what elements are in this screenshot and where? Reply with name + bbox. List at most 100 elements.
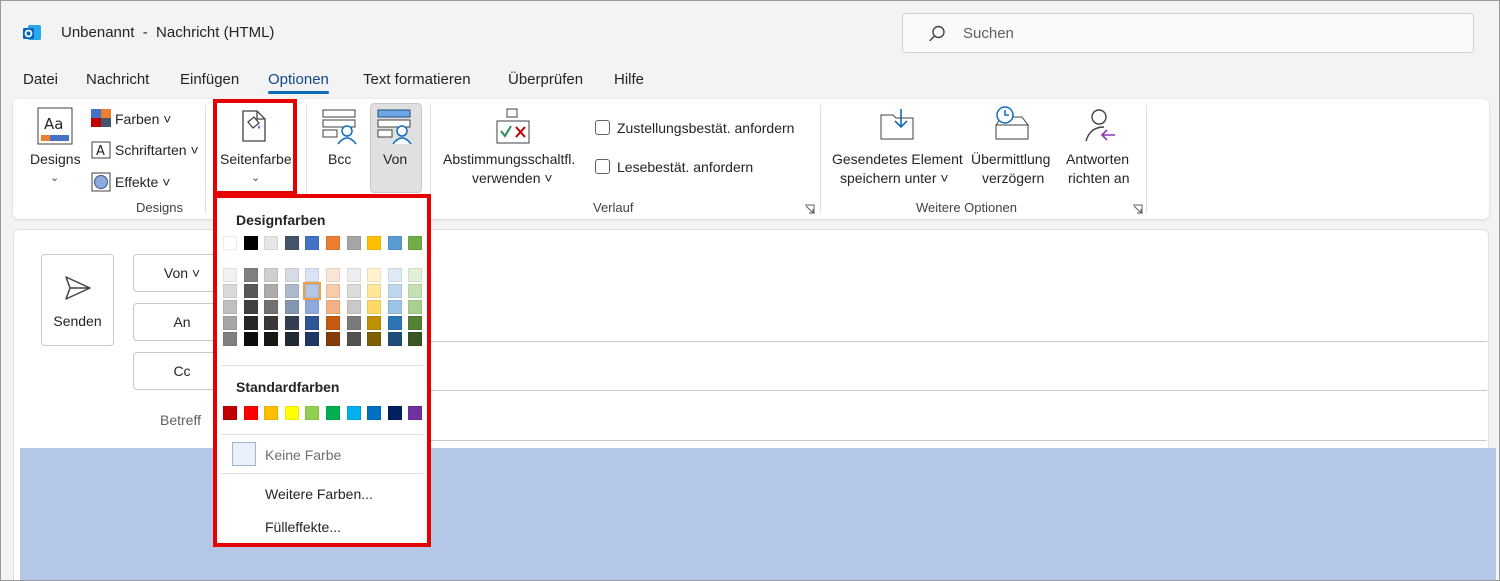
color-swatch[interactable] xyxy=(223,300,237,314)
color-swatch[interactable] xyxy=(346,236,361,250)
color-swatch[interactable] xyxy=(387,236,402,250)
color-swatch[interactable] xyxy=(243,332,258,346)
color-swatch[interactable] xyxy=(387,268,402,282)
dialog-launcher-icon[interactable] xyxy=(1132,204,1143,215)
standard-color-swatch[interactable] xyxy=(346,406,361,420)
tab-einfuegen[interactable]: Einfügen xyxy=(180,71,239,88)
send-button[interactable]: Senden xyxy=(41,254,114,346)
color-swatch[interactable] xyxy=(367,316,382,330)
color-swatch[interactable] xyxy=(346,300,361,314)
tab-text-formatieren[interactable]: Text formatieren xyxy=(363,71,471,88)
color-swatch[interactable] xyxy=(326,316,340,330)
designs-button[interactable]: Designs xyxy=(30,151,81,167)
color-swatch[interactable] xyxy=(305,332,320,346)
lesebest-checkbox[interactable] xyxy=(595,159,610,174)
color-swatch[interactable] xyxy=(367,300,382,314)
color-swatch[interactable] xyxy=(284,316,299,330)
schriftarten-button[interactable]: Schriftarten ˅ xyxy=(115,142,199,158)
gesendetes-button-line2[interactable]: speichern unter ˅ xyxy=(840,170,949,186)
standard-color-swatch[interactable] xyxy=(284,406,299,420)
color-swatch[interactable] xyxy=(346,284,361,298)
color-swatch[interactable] xyxy=(408,316,423,330)
uebermittlung-button-line2[interactable]: verzögern xyxy=(982,170,1044,186)
color-swatch[interactable] xyxy=(387,300,402,314)
color-swatch[interactable] xyxy=(326,332,340,346)
tab-optionen[interactable]: Optionen xyxy=(268,71,329,94)
color-swatch[interactable] xyxy=(264,236,279,250)
color-swatch[interactable] xyxy=(243,284,258,298)
color-swatch[interactable] xyxy=(243,236,258,250)
color-swatch[interactable] xyxy=(326,236,340,250)
color-swatch[interactable] xyxy=(264,316,279,330)
standard-color-swatch[interactable] xyxy=(243,406,258,420)
color-swatch[interactable] xyxy=(305,236,320,250)
color-swatch[interactable] xyxy=(387,284,402,298)
color-swatch[interactable] xyxy=(264,268,279,282)
standard-color-swatch[interactable] xyxy=(326,406,340,420)
color-swatch[interactable] xyxy=(223,236,237,250)
standard-color-swatch[interactable] xyxy=(223,406,237,420)
color-swatch[interactable] xyxy=(408,236,423,250)
color-swatch[interactable] xyxy=(408,284,423,298)
no-color-item[interactable]: Keine Farbe xyxy=(265,447,341,463)
color-swatch[interactable] xyxy=(367,236,382,250)
color-swatch[interactable] xyxy=(223,268,237,282)
color-swatch[interactable] xyxy=(305,268,320,282)
color-swatch[interactable] xyxy=(387,316,402,330)
color-swatch[interactable] xyxy=(408,300,423,314)
tab-datei[interactable]: Datei xyxy=(23,71,58,88)
color-swatch[interactable] xyxy=(346,332,361,346)
standard-color-swatch[interactable] xyxy=(408,406,423,420)
color-swatch[interactable] xyxy=(346,316,361,330)
uebermittlung-button-line1[interactable]: Übermittlung xyxy=(971,151,1050,167)
color-swatch[interactable] xyxy=(264,284,279,298)
standard-color-swatch[interactable] xyxy=(387,406,402,420)
color-swatch[interactable] xyxy=(284,236,299,250)
standard-color-swatch[interactable] xyxy=(305,406,320,420)
antworten-button-line1[interactable]: Antworten xyxy=(1066,151,1129,167)
color-swatch[interactable] xyxy=(223,316,237,330)
standard-color-swatch[interactable] xyxy=(264,406,279,420)
color-swatch[interactable] xyxy=(305,300,320,314)
color-swatch[interactable] xyxy=(264,332,279,346)
color-swatch[interactable] xyxy=(243,316,258,330)
color-swatch[interactable] xyxy=(408,332,423,346)
color-swatch[interactable] xyxy=(284,300,299,314)
dialog-launcher-icon[interactable] xyxy=(804,204,815,215)
effekte-button[interactable]: Effekte ˅ xyxy=(115,174,170,190)
zustellung-checkbox[interactable] xyxy=(595,120,610,135)
tab-ueberpruefen[interactable]: Überprüfen xyxy=(508,71,583,88)
color-swatch[interactable] xyxy=(346,268,361,282)
more-colors-item[interactable]: Weitere Farben... xyxy=(265,486,373,502)
standard-color-swatch[interactable] xyxy=(367,406,382,420)
color-swatch[interactable] xyxy=(408,268,423,282)
abstimmung-button-line1[interactable]: Abstimmungsschaltfl. xyxy=(443,151,575,167)
search-box[interactable]: Suchen xyxy=(902,13,1474,53)
color-swatch[interactable] xyxy=(326,284,340,298)
color-swatch[interactable] xyxy=(387,332,402,346)
color-swatch[interactable] xyxy=(367,268,382,282)
lesebest-label[interactable]: Lesebestät. anfordern xyxy=(617,159,753,175)
color-swatch[interactable] xyxy=(326,300,340,314)
color-swatch[interactable] xyxy=(284,268,299,282)
color-swatch[interactable] xyxy=(264,300,279,314)
color-swatch[interactable] xyxy=(284,284,299,298)
gesendetes-button-line1[interactable]: Gesendetes Element xyxy=(832,151,963,167)
tab-hilfe[interactable]: Hilfe xyxy=(614,71,644,88)
color-swatch[interactable] xyxy=(284,332,299,346)
color-swatch[interactable] xyxy=(305,316,320,330)
color-swatch[interactable] xyxy=(367,332,382,346)
color-swatch[interactable] xyxy=(243,268,258,282)
zustellung-label[interactable]: Zustellungsbestät. anfordern xyxy=(617,120,794,136)
fill-effects-item[interactable]: Fülleffekte... xyxy=(265,519,341,535)
color-swatch[interactable] xyxy=(326,268,340,282)
color-swatch[interactable] xyxy=(367,284,382,298)
color-swatch[interactable] xyxy=(243,300,258,314)
tab-nachricht[interactable]: Nachricht xyxy=(86,71,149,88)
antworten-button-line2[interactable]: richten an xyxy=(1068,170,1129,186)
bcc-button[interactable]: Bcc xyxy=(328,151,351,167)
farben-button[interactable]: Farben ˅ xyxy=(115,111,171,127)
color-swatch[interactable] xyxy=(223,332,237,346)
abstimmung-button-line2[interactable]: verwenden ˅ xyxy=(472,170,553,186)
color-swatch[interactable] xyxy=(223,284,237,298)
